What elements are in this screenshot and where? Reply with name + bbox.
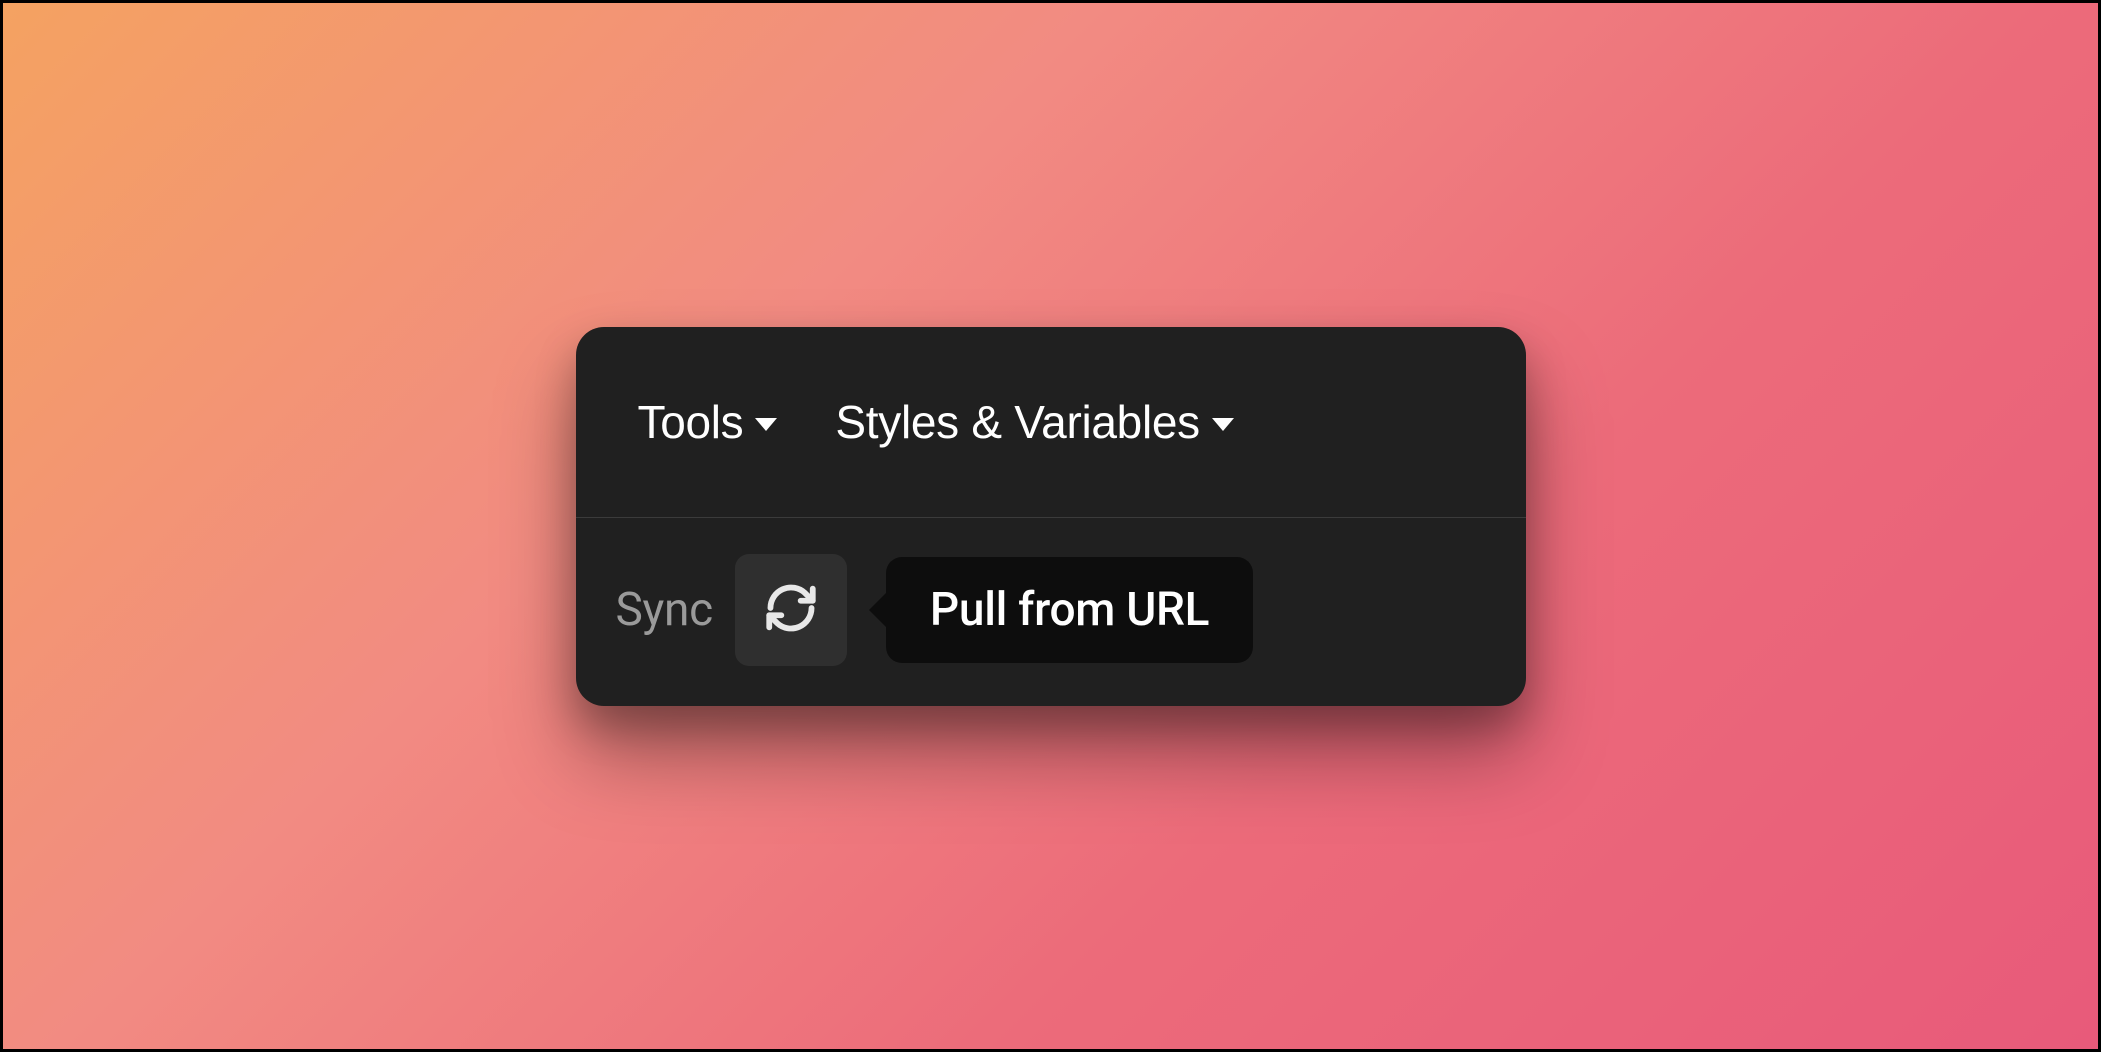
caret-down-icon [755, 418, 777, 431]
styles-variables-dropdown[interactable]: Styles & Variables [835, 395, 1233, 449]
sync-tooltip-wrap: Pull from URL [869, 557, 1253, 663]
styles-variables-label: Styles & Variables [835, 395, 1199, 449]
tools-dropdown[interactable]: Tools [638, 395, 778, 449]
panel: Tools Styles & Variables Sync Pull from … [576, 327, 1526, 706]
panel-bottom-row: Sync Pull from URL [576, 518, 1526, 706]
sync-tooltip: Pull from URL [886, 557, 1253, 663]
tools-label: Tools [638, 395, 744, 449]
sync-label: Sync [616, 583, 713, 637]
caret-down-icon [1212, 418, 1234, 431]
sync-button[interactable] [735, 554, 847, 666]
sync-icon [762, 579, 820, 640]
panel-top-row: Tools Styles & Variables [576, 327, 1526, 518]
tooltip-arrow-icon [869, 592, 887, 628]
